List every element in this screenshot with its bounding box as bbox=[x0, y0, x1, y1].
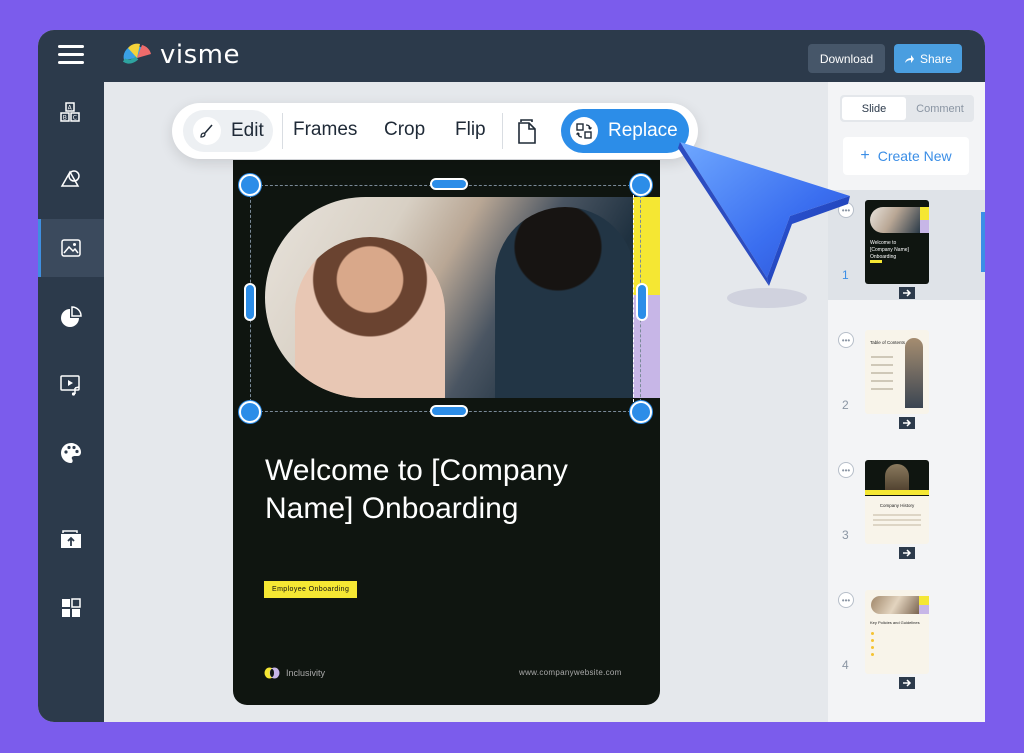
resize-handle-top-right[interactable] bbox=[630, 174, 652, 196]
slide-thumbnail-row[interactable]: ••• 3 Company History bbox=[828, 450, 985, 560]
create-new-label: Create New bbox=[877, 148, 952, 164]
slide-number: 4 bbox=[842, 658, 849, 672]
share-arrow-icon bbox=[904, 54, 914, 63]
logo-mark-icon bbox=[122, 43, 151, 64]
toolbar-divider bbox=[282, 113, 283, 149]
apps-tool[interactable] bbox=[38, 579, 104, 637]
thumb-title: Table of Contents bbox=[870, 340, 906, 345]
logo-text: visme bbox=[160, 40, 240, 70]
brand-logo-icon bbox=[264, 667, 280, 679]
replace-button[interactable]: Replace bbox=[561, 109, 689, 153]
image-tool[interactable] bbox=[38, 219, 104, 277]
more-options-icon[interactable]: ••• bbox=[838, 592, 854, 608]
thumb-bullets bbox=[871, 632, 874, 635]
thumb-title: Company History bbox=[879, 503, 915, 508]
palette-icon bbox=[61, 443, 81, 463]
more-options-icon[interactable]: ••• bbox=[838, 462, 854, 478]
share-label: Share bbox=[919, 51, 953, 66]
slide-thumbnail[interactable]: Key Policies and Guidelines bbox=[865, 590, 929, 674]
edit-label: Edit bbox=[231, 120, 264, 141]
palette-tool[interactable] bbox=[38, 424, 104, 482]
thumb-accent bbox=[919, 605, 929, 614]
slide-thumbnail[interactable]: Welcome to [Company Name] Onboarding bbox=[865, 200, 929, 284]
media-icon bbox=[60, 375, 80, 396]
upload-tool[interactable] bbox=[38, 510, 104, 568]
chart-icon bbox=[61, 306, 82, 327]
thumb-lines bbox=[873, 514, 921, 516]
thumb-lines bbox=[871, 356, 893, 358]
transition-icon[interactable] bbox=[898, 676, 916, 690]
slide-number: 3 bbox=[842, 528, 849, 542]
transition-icon[interactable] bbox=[898, 286, 916, 300]
thumb-tag bbox=[870, 260, 882, 263]
share-button[interactable]: Share bbox=[894, 44, 962, 73]
edit-button[interactable]: Edit bbox=[183, 110, 273, 152]
thumb-accent bbox=[920, 207, 929, 220]
replace-icon bbox=[570, 117, 598, 145]
footer-brand-text: Inclusivity bbox=[286, 668, 326, 678]
image-toolbar: Edit Frames Crop Flip Replace bbox=[172, 103, 698, 159]
resize-handle-bottom-left[interactable] bbox=[239, 401, 261, 423]
tab-comment[interactable]: Comment bbox=[908, 97, 972, 120]
resize-handle-left[interactable] bbox=[244, 283, 256, 321]
crop-guide-line bbox=[633, 185, 635, 412]
shapes-tool[interactable] bbox=[38, 150, 104, 208]
shapes-icon bbox=[60, 170, 80, 187]
resize-handle-top-left[interactable] bbox=[239, 174, 261, 196]
thumb-photo bbox=[905, 338, 923, 408]
svg-text:B: B bbox=[63, 115, 67, 122]
text-blocks-tool[interactable]: ABC bbox=[38, 84, 104, 142]
download-button[interactable]: Download bbox=[808, 44, 885, 73]
resize-handle-right[interactable] bbox=[636, 283, 648, 321]
resize-handle-bottom[interactable] bbox=[430, 405, 468, 417]
hamburger-menu-icon[interactable] bbox=[58, 45, 84, 65]
thumb-title: Welcome to [Company Name] Onboarding bbox=[870, 240, 909, 260]
svg-text:C: C bbox=[73, 115, 77, 122]
selection-outline bbox=[250, 185, 641, 412]
slide-thumbnail-row[interactable]: ••• 2 Table of Contents bbox=[828, 320, 985, 430]
slide-footer-brand[interactable]: Inclusivity bbox=[264, 667, 325, 679]
transition-icon[interactable] bbox=[898, 416, 916, 430]
slide-thumbnail[interactable]: Table of Contents bbox=[865, 330, 929, 414]
slide-number: 2 bbox=[842, 398, 849, 412]
resize-handle-bottom-right[interactable] bbox=[630, 401, 652, 423]
visme-logo: visme bbox=[120, 40, 240, 70]
resize-handle-top[interactable] bbox=[430, 178, 468, 190]
tab-slide[interactable]: Slide bbox=[842, 97, 906, 120]
transition-icon[interactable] bbox=[898, 546, 916, 560]
top-bar: visme Download Share bbox=[38, 30, 985, 82]
slide-title[interactable]: Welcome to [Company Name] Onboarding bbox=[265, 452, 605, 528]
replace-label: Replace bbox=[608, 120, 678, 141]
text-blocks-icon: AB C bbox=[60, 102, 80, 122]
chart-tool[interactable] bbox=[38, 288, 104, 346]
duplicate-button[interactable] bbox=[517, 117, 541, 150]
slide-thumbnail-row[interactable]: ••• 4 Key Policies and Guidelines bbox=[828, 580, 985, 690]
slide-footer-url[interactable]: www.companywebsite.com bbox=[519, 668, 622, 677]
toolbar-divider bbox=[502, 113, 503, 149]
brush-icon bbox=[193, 117, 221, 145]
thumb-accent bbox=[865, 490, 929, 495]
mouse-cursor-icon bbox=[678, 142, 850, 308]
thumb-accent bbox=[920, 220, 929, 233]
more-options-icon[interactable]: ••• bbox=[838, 332, 854, 348]
apps-icon bbox=[62, 598, 81, 617]
media-tool[interactable] bbox=[38, 356, 104, 414]
slide-tag[interactable]: Employee Onboarding bbox=[264, 581, 358, 598]
thumb-photo bbox=[871, 596, 919, 614]
thumb-photo bbox=[870, 207, 920, 233]
flip-button[interactable]: Flip bbox=[455, 119, 486, 141]
crop-button[interactable]: Crop bbox=[384, 119, 425, 141]
thumb-title: Key Policies and Guidelines bbox=[870, 620, 920, 625]
left-toolbar: ABC bbox=[38, 82, 104, 722]
slide-thumbnail[interactable]: Company History bbox=[865, 460, 929, 544]
panel-tabs: Slide Comment bbox=[840, 95, 974, 122]
upload-icon bbox=[61, 530, 81, 548]
frames-button[interactable]: Frames bbox=[293, 119, 357, 141]
image-icon bbox=[61, 239, 81, 257]
thumb-accent bbox=[919, 596, 929, 605]
duplicate-icon bbox=[518, 119, 536, 144]
